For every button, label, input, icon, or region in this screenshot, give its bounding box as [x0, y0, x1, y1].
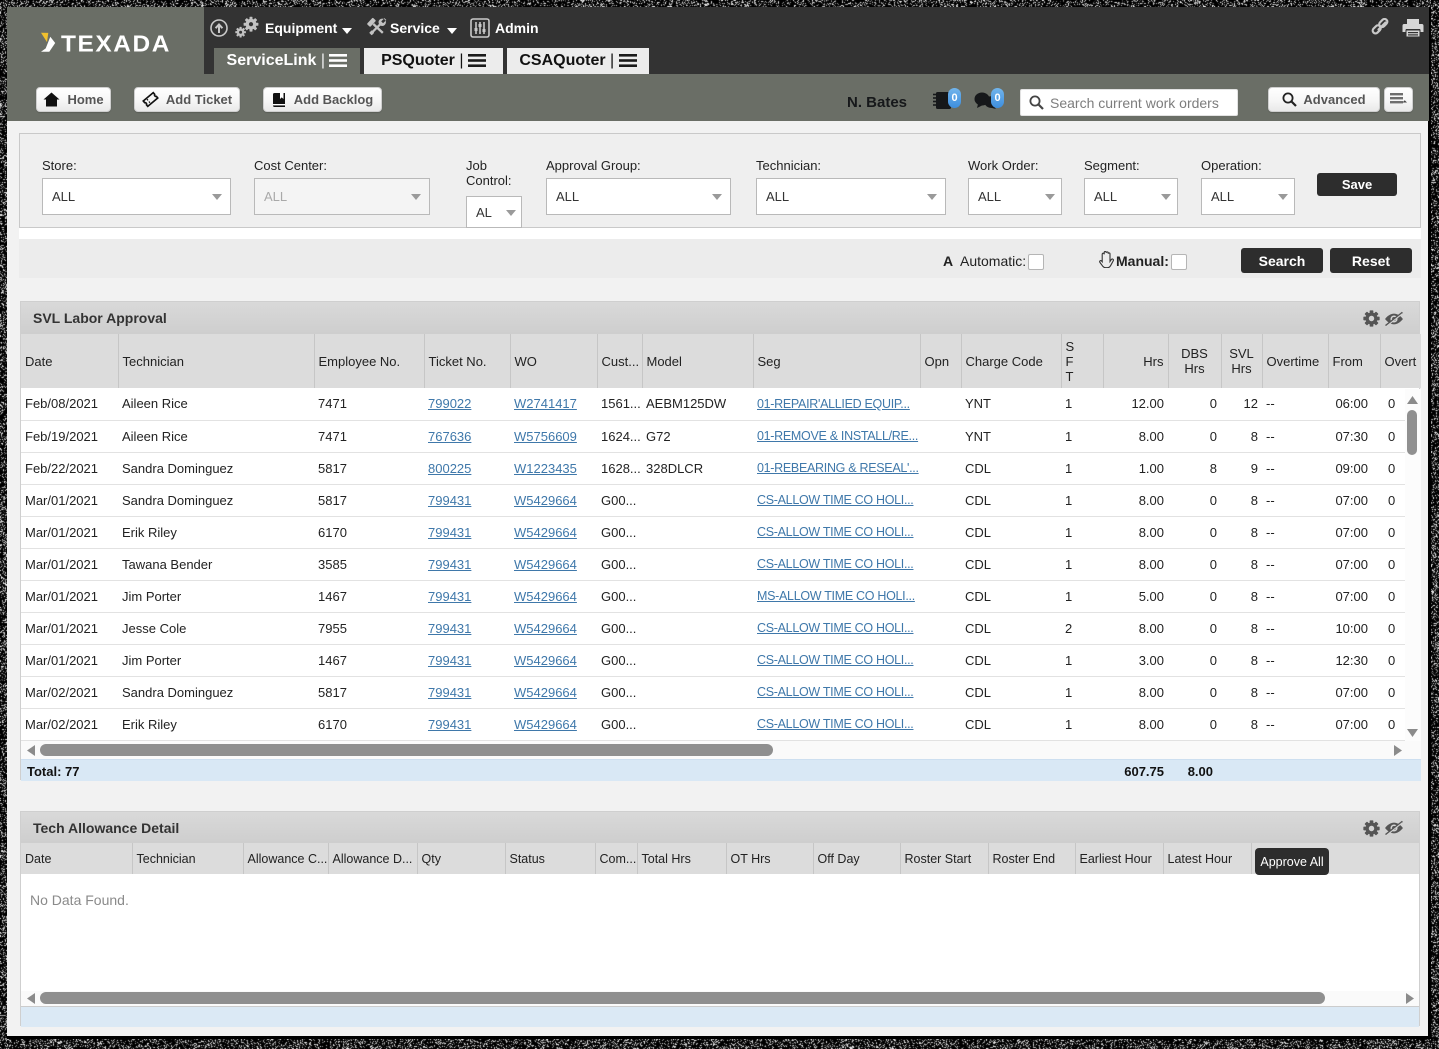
svg-text:TEXADA: TEXADA: [61, 32, 171, 57]
